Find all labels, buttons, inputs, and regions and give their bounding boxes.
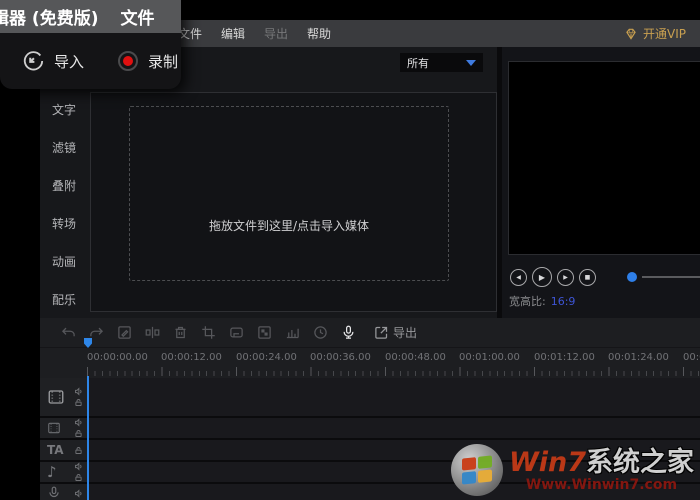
sidebar-item-music[interactable]: 配乐 <box>40 281 88 319</box>
track-row-video <box>40 378 700 418</box>
popup-body: 导入 录制 <box>0 33 181 89</box>
vip-diamond-icon <box>624 27 638 41</box>
menu-file[interactable]: 文件 <box>178 25 202 42</box>
timeline-ruler[interactable]: 00:00:00.00 00:00:12.00 00:00:24.00 00:0… <box>40 348 700 378</box>
chevron-down-icon <box>466 60 476 66</box>
track-lock-icon[interactable] <box>74 446 83 455</box>
text-track-header: TA <box>40 440 88 460</box>
previous-frame-button[interactable]: ◀ <box>510 269 527 286</box>
ruler-timestamp: 00:00:48.00 <box>385 352 446 363</box>
popup-file-menu[interactable]: 文件 <box>120 4 154 29</box>
media-library: 拖放文件到这里/点击导入媒体 <box>90 92 497 312</box>
export-button[interactable]: 导出 <box>374 324 417 341</box>
track-lock-icon[interactable] <box>74 429 83 438</box>
pip-track-lane[interactable] <box>88 418 700 438</box>
pip-track-header <box>40 418 88 438</box>
record-icon <box>118 51 138 71</box>
record-button[interactable]: 录制 <box>118 51 178 72</box>
microphone-icon <box>47 486 61 500</box>
delete-icon[interactable] <box>172 324 189 341</box>
ruler-timestamp: 00:00:00.00 <box>87 352 148 363</box>
split-icon[interactable] <box>144 324 161 341</box>
aspect-ratio-label: 宽高比: <box>509 295 546 308</box>
music-note-icon: ♪ <box>47 463 57 481</box>
track-lock-icon[interactable] <box>74 473 83 482</box>
seek-bar[interactable] <box>642 276 700 278</box>
playhead-line <box>87 376 89 500</box>
sidebar-item-filter[interactable]: 滤镜 <box>40 129 88 167</box>
play-button[interactable]: ▶ <box>532 267 552 287</box>
track-mute-icon[interactable] <box>74 387 83 396</box>
timeline-section: 导出 00:00:00.00 00:00:12.00 00:00:24.00 0… <box>40 318 700 500</box>
menu-edit[interactable]: 编辑 <box>221 25 245 42</box>
next-frame-button[interactable]: ▶ <box>557 269 574 286</box>
menu-export[interactable]: 导出 <box>264 25 288 42</box>
film-strip-icon <box>47 388 65 406</box>
mosaic-icon[interactable] <box>256 324 273 341</box>
video-track-header <box>40 378 88 416</box>
track-mute-icon[interactable] <box>74 462 83 471</box>
video-preview <box>508 61 700 255</box>
stop-button[interactable]: ■ <box>579 269 596 286</box>
track-lock-icon[interactable] <box>74 398 83 407</box>
snapshot-icon[interactable] <box>228 324 245 341</box>
ruler-timestamp: 00:01:24.00 <box>608 352 669 363</box>
popup-app-title: 辑器 (免费版) <box>0 4 98 29</box>
preview-panel: ◀ ▶ ▶ ■ 宽高比: 16:9 <box>502 47 700 318</box>
undo-icon[interactable] <box>60 324 77 341</box>
ruler-timestamp: 00:00:12.00 <box>161 352 222 363</box>
watermark-text: Win7系统之家 Www.Winwin7.com <box>509 449 694 492</box>
track-mute-icon[interactable] <box>74 489 83 498</box>
microphone-icon[interactable] <box>340 324 357 341</box>
windows-logo-icon <box>451 444 503 496</box>
zoom-level-icon[interactable] <box>284 324 301 341</box>
film-strip-icon <box>47 421 61 435</box>
menu-help[interactable]: 帮助 <box>307 25 331 42</box>
duration-icon[interactable] <box>312 324 329 341</box>
export-icon <box>374 325 389 340</box>
seek-handle[interactable] <box>627 272 637 282</box>
vip-label: 开通VIP <box>643 25 686 42</box>
export-label: 导出 <box>393 324 417 341</box>
aspect-ratio-value[interactable]: 16:9 <box>551 295 576 308</box>
text-track-icon: TA <box>47 443 64 457</box>
sidebar-item-animation[interactable]: 动画 <box>40 243 88 281</box>
sidebar-item-overlay[interactable]: 叠附 <box>40 167 88 205</box>
record-label: 录制 <box>148 51 178 72</box>
sidebar-item-transition[interactable]: 转场 <box>40 205 88 243</box>
vip-upgrade-button[interactable]: 开通VIP <box>624 25 686 42</box>
music-track-header: ♪ <box>40 462 88 482</box>
media-dropzone[interactable]: 拖放文件到这里/点击导入媒体 <box>129 106 449 281</box>
dropzone-text: 拖放文件到这里/点击导入媒体 <box>209 217 369 234</box>
ruler-timestamp: 00:01:12.00 <box>534 352 595 363</box>
app-window: 文件 编辑 导出 帮助 开通VIP 文字 滤镜 叠附 转场 动画 配乐 录制 所… <box>40 20 700 500</box>
sidebar-item-text[interactable]: 文字 <box>40 91 88 129</box>
media-filter-value: 所有 <box>407 55 429 71</box>
ruler-major-ticks <box>87 367 700 376</box>
edit-icon[interactable] <box>116 324 133 341</box>
ruler-timestamp: 00:00:24.00 <box>236 352 297 363</box>
watermark-brand-prefix: Win7 <box>509 447 586 478</box>
playback-controls: ◀ ▶ ▶ ■ <box>510 266 700 288</box>
ruler-timestamp: 00:01:36.00 <box>683 352 700 363</box>
media-filter-dropdown[interactable]: 所有 <box>400 53 483 72</box>
crop-icon[interactable] <box>200 324 217 341</box>
import-button[interactable]: 导入 <box>22 50 84 72</box>
ruler-timestamp: 00:01:00.00 <box>459 352 520 363</box>
aspect-ratio-row: 宽高比: 16:9 <box>509 293 575 309</box>
watermark: Win7系统之家 Www.Winwin7.com <box>451 444 694 496</box>
voice-track-header <box>40 484 88 500</box>
track-row-pip <box>40 418 700 440</box>
timeline-toolbar: 导出 <box>40 318 700 348</box>
popup-title-bar: 辑器 (免费版) 文件 <box>0 0 181 33</box>
import-label: 导入 <box>54 51 84 72</box>
track-mute-icon[interactable] <box>74 418 83 427</box>
ruler-timestamp: 00:00:36.00 <box>310 352 371 363</box>
watermark-brand-suffix: 系统之家 <box>586 447 694 478</box>
video-track-lane[interactable] <box>88 378 700 416</box>
watermark-url: Www.Winwin7.com <box>509 478 694 492</box>
import-icon <box>22 50 44 72</box>
magnifier-popup: 辑器 (免费版) 文件 导入 录制 <box>0 0 181 89</box>
